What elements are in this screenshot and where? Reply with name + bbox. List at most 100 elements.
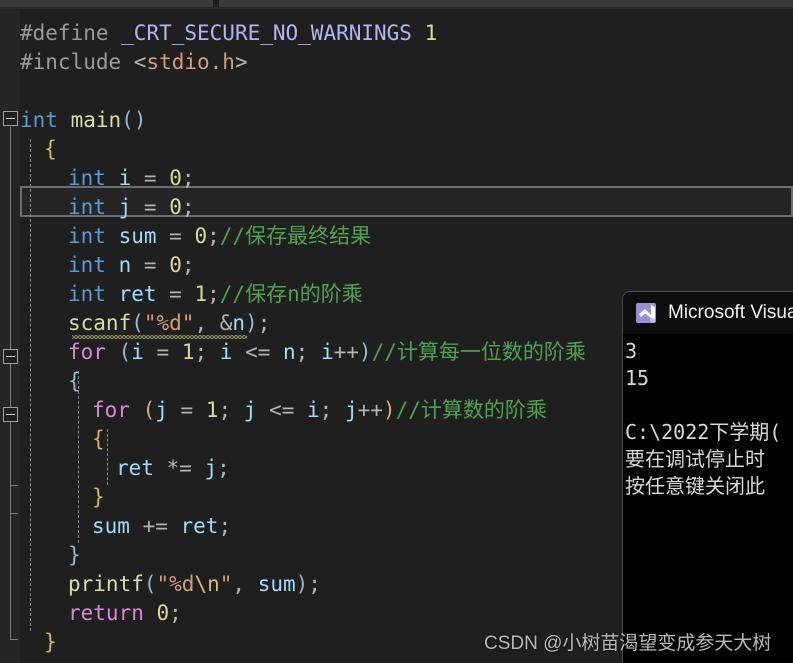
code-token: j [204, 456, 218, 480]
code-line[interactable]: int j = 0; [20, 193, 195, 222]
code-token: //计算数的阶乘 [395, 398, 547, 422]
code-token: } [92, 485, 105, 509]
code-token: #include [20, 50, 134, 74]
scanf-warning-squiggle [72, 335, 247, 339]
code-token: ; [169, 601, 182, 625]
code-token: j [155, 398, 168, 422]
code-token: scanf [68, 311, 132, 335]
code-token: _CRT_SECURE_NO_WARNINGS [121, 21, 412, 45]
code-line[interactable]: int i = 0; [20, 164, 195, 193]
code-line[interactable]: } [20, 628, 57, 657]
code-line[interactable]: { [20, 425, 105, 454]
code-token: int [68, 253, 106, 277]
console-title-bar[interactable]: Microsoft Visua [623, 292, 793, 334]
console-output-line: 3 [625, 339, 638, 363]
code-token: n [118, 253, 132, 277]
code-token: 1 [181, 340, 195, 364]
code-line[interactable]: { [20, 367, 81, 396]
code-token: "%d [156, 572, 195, 596]
code-token: <= [232, 340, 284, 364]
code-line[interactable]: #include <stdio.h> [20, 48, 248, 77]
collapse-toggle-inner-for-loop[interactable] [3, 407, 18, 422]
code-token: ( [105, 340, 132, 364]
code-token: \n [194, 572, 220, 596]
code-token: #define [20, 21, 122, 45]
code-token: stdio.h [146, 50, 235, 74]
code-token: <= [256, 398, 308, 422]
code-token: ) [245, 311, 258, 335]
code-token: () [121, 108, 147, 132]
code-token: < [133, 50, 147, 74]
fold-region-end [10, 513, 18, 514]
code-line[interactable]: for (i = 1; i <= n; i++)//计算每一位数的阶乘 [20, 338, 586, 367]
code-token: ++ [357, 398, 383, 422]
code-line[interactable]: int ret = 1;//保存n的阶乘 [20, 280, 363, 309]
code-token: = [131, 195, 170, 219]
code-line[interactable]: int sum = 0;//保存最终结果 [20, 222, 371, 251]
code-line[interactable]: } [20, 541, 81, 570]
code-token: i [118, 166, 132, 190]
code-token: " [219, 572, 233, 596]
code-token: ; [257, 311, 271, 335]
code-token: ; [207, 282, 220, 306]
code-token: 0 [169, 195, 182, 219]
code-token: ret [118, 282, 157, 306]
code-token: sum [118, 224, 157, 248]
code-token: += [129, 514, 181, 538]
code-token: return [68, 601, 144, 625]
code-token: = [156, 282, 195, 306]
console-output-line: 15 [625, 366, 650, 390]
console-title-label: Microsoft Visua [668, 302, 793, 323]
code-line[interactable]: ret *= j; [20, 454, 230, 483]
code-token: *= [153, 456, 205, 480]
code-token: //保存最终结果 [219, 224, 372, 248]
code-line[interactable]: int main() [20, 106, 146, 135]
code-token: //保存n的阶乘 [219, 282, 363, 306]
code-line[interactable]: sum += ret; [20, 512, 231, 541]
visual-studio-icon [635, 301, 659, 325]
console-window[interactable]: Microsoft Visua 3 15 C:\2022下学期(要在调试停止时 按任意… [622, 291, 793, 663]
code-line[interactable]: } [20, 483, 105, 512]
code-token: 0 [169, 253, 182, 277]
code-token: sum [92, 514, 130, 538]
code-line[interactable]: for (j = 1; j <= i; j++)//计算数的阶乘 [20, 396, 547, 425]
collapse-toggle-main-function[interactable] [3, 111, 18, 126]
code-token: > [234, 50, 248, 74]
code-line[interactable]: return 0; [20, 599, 182, 628]
code-token: ; [207, 224, 220, 248]
code-token: int [68, 282, 106, 306]
code-token: 0 [194, 224, 208, 248]
code-token: int [20, 108, 58, 132]
code-token: = [131, 166, 170, 190]
console-output-area[interactable]: 3 15 C:\2022下学期(要在调试停止时 按任意键关闭此 [623, 334, 793, 663]
code-token: ) [295, 572, 309, 596]
code-line[interactable]: printf("%d\n", sum); [20, 570, 321, 599]
code-token: ( [143, 572, 157, 596]
code-line[interactable]: scanf("%d", &n); [20, 309, 270, 338]
fold-region-end [10, 639, 18, 640]
code-line[interactable]: int n = 0; [20, 251, 195, 280]
code-token: ++ [333, 340, 359, 364]
code-token: 1 [205, 398, 219, 422]
code-token: j [344, 398, 358, 422]
code-token: ; [194, 340, 220, 364]
code-token: ( [131, 311, 144, 335]
code-token: = [156, 224, 195, 248]
collapse-toggle-outer-for-loop[interactable] [3, 349, 18, 364]
code-line[interactable]: { [20, 135, 57, 164]
code-line[interactable]: #define _CRT_SECURE_NO_WARNINGS 1 [20, 19, 437, 48]
code-token: int [68, 195, 106, 219]
fold-region-line [10, 423, 11, 485]
code-token: ; [181, 195, 195, 219]
code-token: ; [308, 572, 321, 596]
code-token: { [92, 427, 105, 451]
code-token: & [219, 311, 233, 335]
code-token: ; [218, 514, 232, 538]
